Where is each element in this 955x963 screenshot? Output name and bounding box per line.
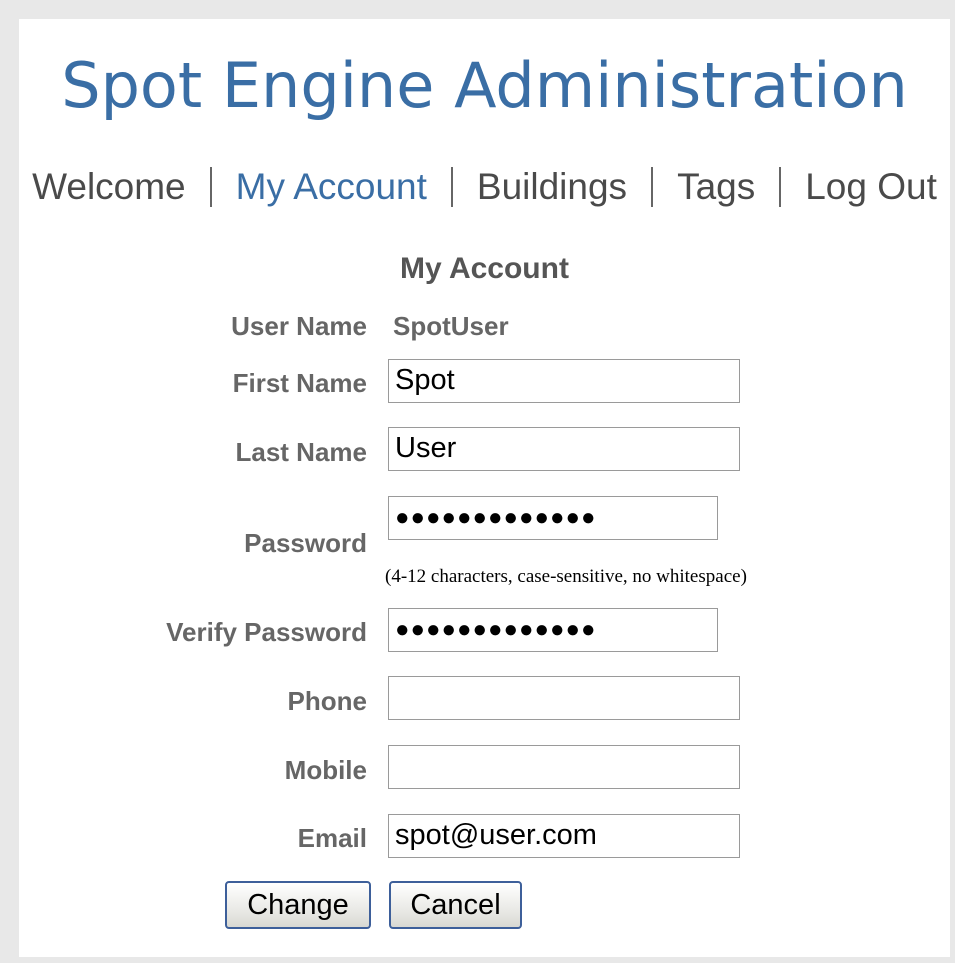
password-label: Password	[244, 528, 367, 558]
email-label: Email	[297, 823, 367, 853]
change-button[interactable]: Change	[225, 881, 371, 929]
main-nav: Welcome My Account Buildings Tags Log Ou…	[19, 165, 950, 209]
nav-divider	[779, 167, 782, 207]
nav-tags[interactable]: Tags	[675, 166, 757, 208]
nav-divider	[450, 167, 453, 207]
last-name-label: Last Name	[235, 437, 368, 467]
cancel-button[interactable]: Cancel	[389, 881, 522, 929]
password-field[interactable]: ●●●●●●●●●●●●●	[388, 496, 718, 540]
last-name-field[interactable]: User	[388, 427, 740, 471]
mobile-label: Mobile	[284, 755, 367, 785]
user-name-label: User Name	[231, 311, 367, 341]
verify-password-label: Verify Password	[166, 617, 367, 647]
first-name-label: First Name	[232, 368, 367, 398]
mobile-field[interactable]	[388, 745, 740, 789]
page-frame: Spot Engine Administration Welcome My Ac…	[19, 19, 950, 957]
phone-label: Phone	[287, 686, 367, 716]
nav-buildings[interactable]: Buildings	[475, 166, 629, 208]
nav-divider	[651, 167, 654, 207]
verify-password-field[interactable]: ●●●●●●●●●●●●●	[388, 608, 718, 652]
user-name-value: SpotUser	[393, 311, 509, 341]
email-field[interactable]: spot@user.com	[388, 814, 740, 858]
first-name-field[interactable]: Spot	[388, 359, 740, 403]
nav-log-out[interactable]: Log Out	[803, 166, 939, 208]
app-title: Spot Engine Administration	[61, 49, 908, 122]
nav-divider	[209, 167, 212, 207]
nav-my-account[interactable]: My Account	[234, 166, 429, 208]
page-title: My Account	[400, 252, 569, 285]
password-hint: (4-12 characters, case-sensitive, no whi…	[385, 566, 747, 587]
nav-welcome[interactable]: Welcome	[30, 166, 188, 208]
phone-field[interactable]	[388, 676, 740, 720]
